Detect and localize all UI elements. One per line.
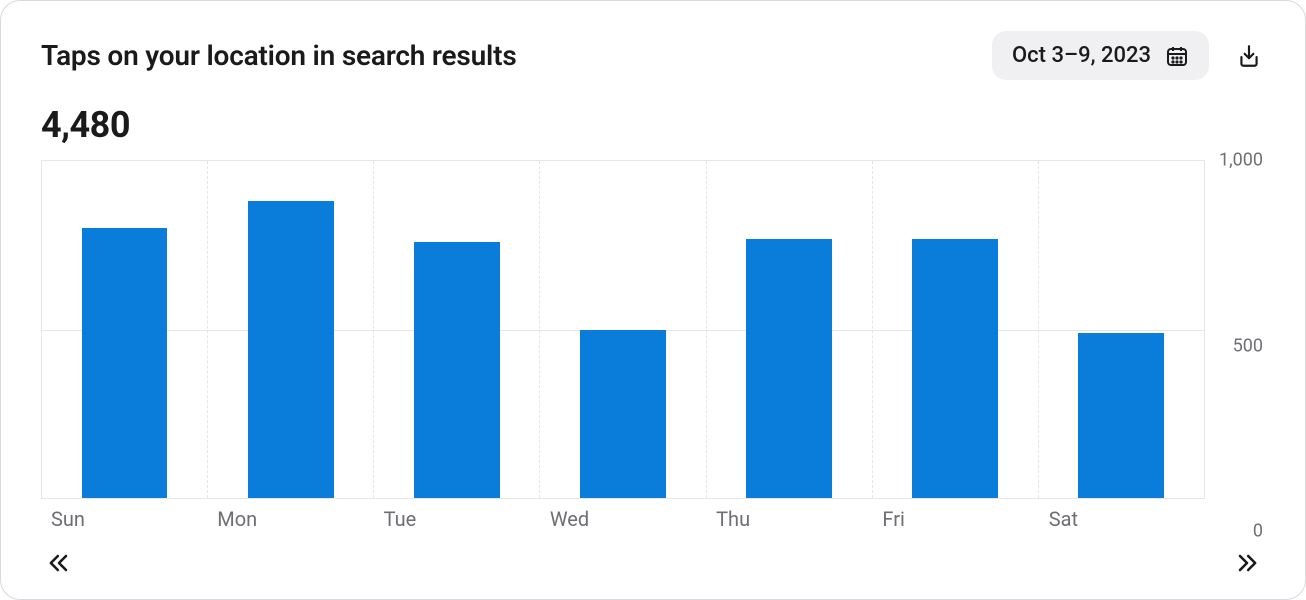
chart-bar xyxy=(912,239,998,498)
prev-period-button[interactable] xyxy=(43,547,75,579)
chart: SunMonTueWedThuFriSat 1,000 500 0 xyxy=(41,160,1265,531)
chart-nav xyxy=(41,547,1265,579)
chevron-double-right-icon xyxy=(1233,549,1261,577)
chart-plot-area xyxy=(41,160,1205,499)
chart-bar xyxy=(1078,333,1164,498)
chart-column xyxy=(707,161,873,498)
x-axis-label: Wed xyxy=(540,507,706,531)
date-range-label: Oct 3–9, 2023 xyxy=(1012,43,1151,68)
chart-bar xyxy=(746,239,832,498)
chart-bar xyxy=(414,242,500,498)
chart-column xyxy=(208,161,374,498)
x-axis-label: Tue xyxy=(374,507,540,531)
x-axis-label: Mon xyxy=(207,507,373,531)
calendar-icon xyxy=(1165,44,1189,68)
x-axis-label: Sat xyxy=(1039,507,1205,531)
date-range-picker[interactable]: Oct 3–9, 2023 xyxy=(992,31,1209,80)
total-value: 4,480 xyxy=(41,104,1265,146)
chart-column xyxy=(374,161,540,498)
y-tick-label: 1,000 xyxy=(1203,150,1265,171)
download-button[interactable] xyxy=(1233,40,1265,72)
chart-column xyxy=(1039,161,1205,498)
y-tick-label: 500 xyxy=(1203,335,1265,356)
chart-plot: SunMonTueWedThuFriSat xyxy=(41,160,1205,531)
chart-bar xyxy=(82,228,168,498)
chart-columns xyxy=(42,161,1205,498)
analytics-card: Taps on your location in search results … xyxy=(0,0,1306,600)
x-axis-label: Fri xyxy=(872,507,1038,531)
card-title: Taps on your location in search results xyxy=(41,39,517,72)
chevron-double-left-icon xyxy=(45,549,73,577)
y-tick-label: 0 xyxy=(1203,521,1265,542)
chart-bar xyxy=(248,201,334,498)
x-axis-label: Thu xyxy=(706,507,872,531)
chart-column xyxy=(873,161,1039,498)
chart-column xyxy=(42,161,208,498)
chart-bar xyxy=(580,330,666,499)
x-axis-label: Sun xyxy=(41,507,207,531)
x-axis-labels: SunMonTueWedThuFriSat xyxy=(41,507,1205,531)
card-header: Taps on your location in search results … xyxy=(41,31,1265,80)
header-actions: Oct 3–9, 2023 xyxy=(992,31,1265,80)
download-icon xyxy=(1236,43,1262,69)
next-period-button[interactable] xyxy=(1231,547,1263,579)
chart-column xyxy=(540,161,706,498)
y-axis: 1,000 500 0 xyxy=(1205,160,1265,531)
